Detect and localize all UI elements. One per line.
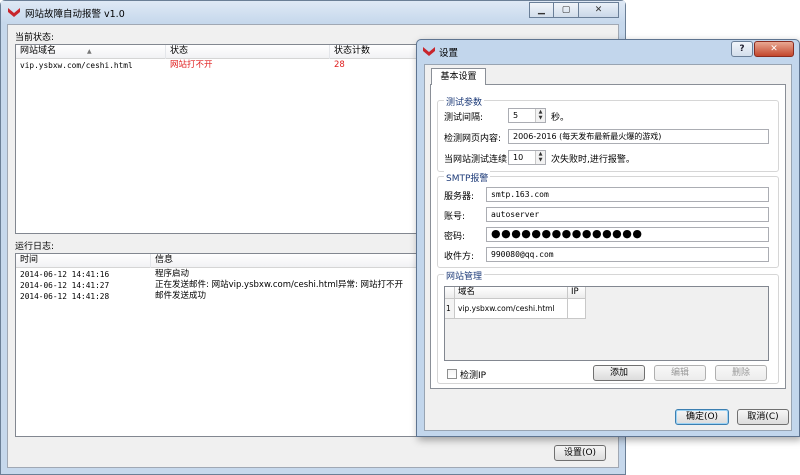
grid-cell-domain[interactable]: vip.ysbxw.com/ceshi.html	[455, 299, 568, 319]
group-smtp: SMTP报警 服务器: smtp.163.com 账号: autoserver …	[437, 171, 779, 268]
log-row-time: 2014-06-12 14:41:28	[20, 292, 110, 301]
group-test-params: 测试参数 测试间隔: 5 ▲ ▼ 秒。 检测网页内容: 2006-2016 (每天…	[437, 95, 779, 172]
fail-count-label: 当网站测试连续	[444, 155, 508, 165]
group-smtp-title: SMTP报警	[444, 171, 491, 184]
close-button[interactable]: ✕	[579, 2, 619, 18]
spin-down-icon[interactable]: ▼	[536, 157, 545, 163]
main-window-title: 网站故障自动报警 v1.0	[25, 9, 125, 20]
settings-button[interactable]: 设置(O)	[554, 445, 606, 461]
dialog-client-area: 基本设置 测试参数 测试间隔: 5 ▲ ▼ 秒。 检测网页内容: 2006-201…	[424, 64, 792, 431]
account-input[interactable]: autoserver	[486, 207, 769, 222]
tab-basic-settings[interactable]: 基本设置	[431, 68, 486, 85]
recipient-label: 收件方:	[444, 252, 475, 262]
sort-asc-icon: ▲	[87, 48, 92, 55]
interval-label: 测试间隔:	[444, 113, 484, 123]
password-label: 密码:	[444, 232, 466, 242]
current-status-label: 当前状态:	[15, 33, 55, 43]
log-label: 运行日志:	[15, 242, 55, 252]
group-site-management-title: 网站管理	[444, 269, 485, 282]
column-header-time[interactable]: 时间	[16, 254, 151, 268]
grid-row-index: 1	[445, 299, 455, 319]
password-input[interactable]: ●●●●●●●●●●●●●●●	[486, 227, 769, 242]
account-label: 账号:	[444, 212, 466, 222]
interval-spinner[interactable]: 5 ▲ ▼	[508, 108, 546, 123]
delete-button[interactable]: 删除	[715, 365, 767, 381]
log-row-time: 2014-06-12 14:41:16	[20, 270, 110, 279]
recipient-input[interactable]: 990080@qq.com	[486, 247, 769, 262]
edit-button[interactable]: 编辑	[654, 365, 706, 381]
column-header-domain[interactable]: 网站域名 ▲	[16, 45, 166, 59]
ok-button[interactable]: 确定(O)	[675, 409, 729, 425]
minimize-button[interactable]: ▁	[529, 2, 554, 18]
cancel-button[interactable]: 取消(C)	[737, 409, 789, 425]
interval-unit: 秒。	[551, 113, 570, 123]
server-label: 服务器:	[444, 192, 475, 202]
help-button[interactable]: ?	[731, 41, 753, 57]
fail-count-suffix: 次失败时,进行报警。	[551, 155, 635, 165]
server-input[interactable]: smtp.163.com	[486, 187, 769, 202]
app-logo-icon	[8, 8, 20, 17]
status-row-status: 网站打不开	[170, 60, 213, 70]
column-header-status[interactable]: 状态	[166, 45, 330, 59]
group-test-params-title: 测试参数	[444, 95, 485, 108]
grid-header-domain[interactable]: 域名	[455, 287, 568, 299]
tab-page-basic: 测试参数 测试间隔: 5 ▲ ▼ 秒。 检测网页内容: 2006-2016 (每天…	[430, 84, 786, 389]
maximize-button[interactable]: ▢	[554, 2, 579, 18]
check-ip-checkbox[interactable]	[447, 369, 457, 379]
add-button[interactable]: 添加	[593, 365, 645, 381]
fail-count-spinner[interactable]: 10 ▲ ▼	[508, 150, 546, 165]
log-row-time: 2014-06-12 14:41:27	[20, 281, 110, 290]
grid-corner	[445, 287, 455, 299]
column-header-domain-label: 网站域名	[20, 46, 57, 56]
main-title-bar[interactable]: 网站故障自动报警 v1.0 ▁ ▢ ✕	[1, 1, 625, 23]
site-grid[interactable]: 域名 IP 1 vip.ysbxw.com/ceshi.html	[444, 286, 769, 361]
status-row-count: 28	[334, 60, 345, 70]
grid-cell-ip[interactable]	[568, 299, 586, 319]
dialog-close-button[interactable]: ✕	[754, 41, 794, 57]
interval-value: 5	[513, 111, 519, 120]
column-header-count[interactable]: 状态计数	[330, 45, 430, 59]
spin-down-icon[interactable]: ▼	[536, 115, 545, 121]
dialog-logo-icon	[423, 47, 435, 56]
content-label: 检测网页内容:	[444, 134, 502, 144]
content-input[interactable]: 2006-2016 (每天发布最新最火爆的游戏)	[508, 129, 769, 144]
check-ip-label: 检测IP	[460, 371, 487, 381]
grid-header-ip[interactable]: IP	[568, 287, 586, 299]
column-header-info[interactable]: 信息	[151, 254, 431, 268]
settings-dialog: 设置 ? ✕ 基本设置 测试参数 测试间隔: 5 ▲ ▼ 秒。 检测网页内容: 2…	[416, 39, 800, 437]
fail-count-value: 10	[513, 153, 524, 162]
status-row-domain: vip.ysbxw.com/ceshi.html	[20, 61, 133, 70]
group-site-management: 网站管理 域名 IP 1 vip.ysbxw.com/ceshi.html 检测…	[437, 269, 779, 384]
dialog-title: 设置	[439, 48, 459, 59]
